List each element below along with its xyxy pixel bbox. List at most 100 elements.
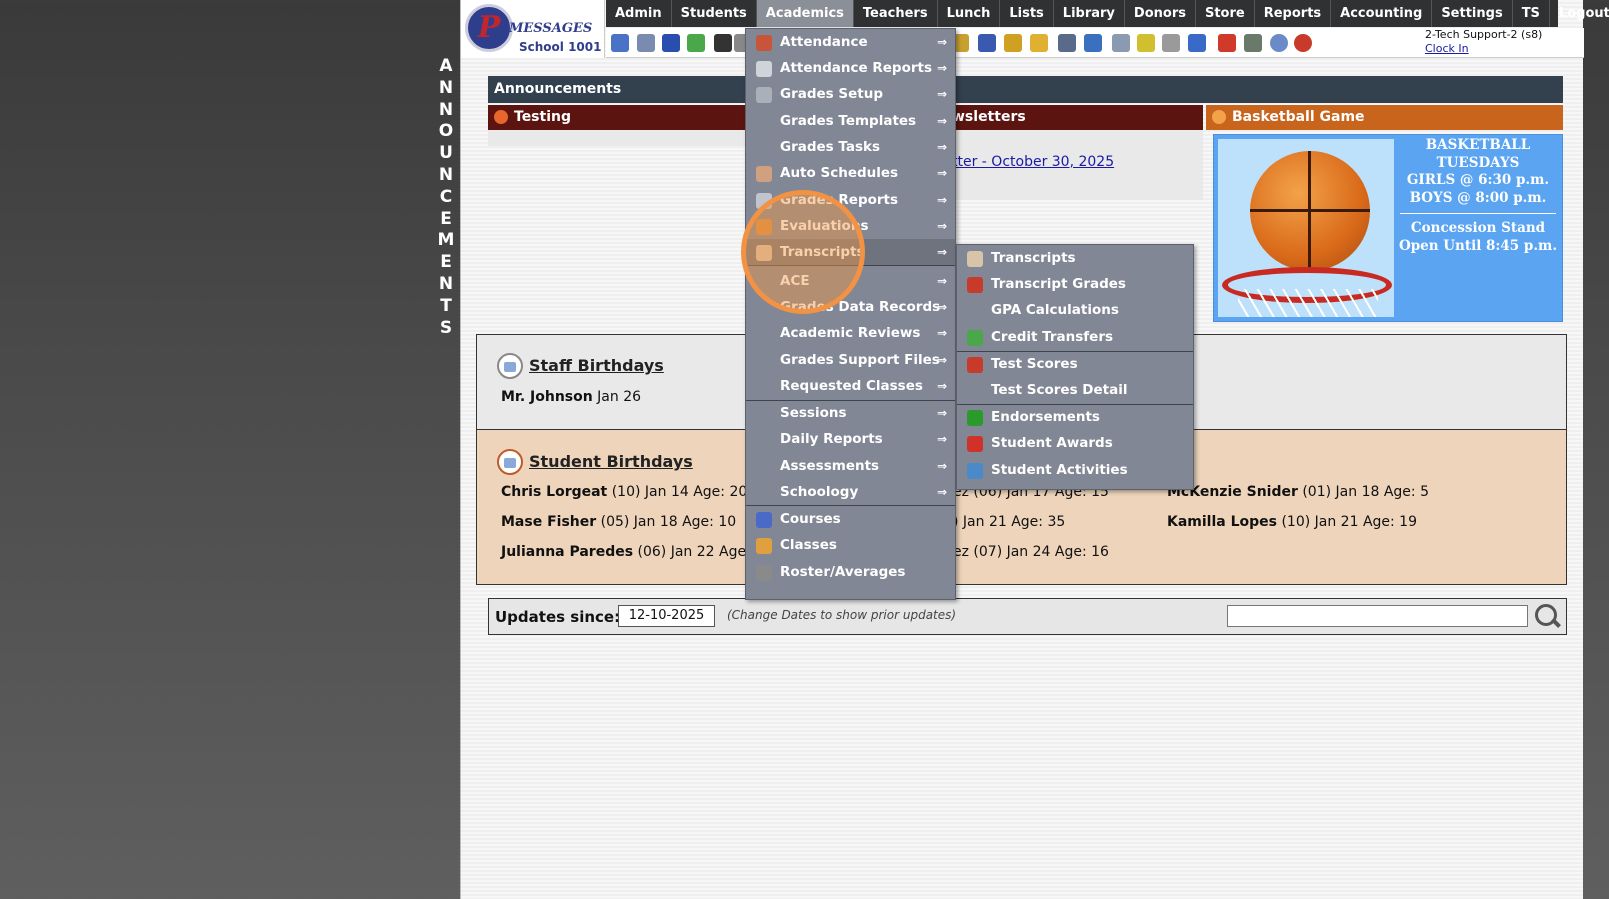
book-icon[interactable] bbox=[978, 34, 996, 52]
banner-letter: U bbox=[439, 143, 453, 164]
transfer-icon bbox=[967, 330, 983, 346]
menu-item-assessments[interactable]: Assessments ⇒ bbox=[746, 453, 955, 480]
submenu-item-label: Student Activities bbox=[991, 462, 1128, 478]
submenu-arrow-icon: ⇒ bbox=[936, 193, 947, 207]
submenu-item-test-scores[interactable]: Test Scores bbox=[957, 351, 1193, 378]
user-info: 2-Tech Support-2 (s8) Clock In bbox=[1425, 28, 1542, 56]
panel-header-newsletters: wsletters bbox=[940, 105, 1203, 130]
flyer-line: GIRLS @ 6:30 p.m. bbox=[1406, 172, 1550, 188]
staff-date: Jan 26 bbox=[597, 389, 642, 405]
submenu-item-credit-transfers[interactable]: Credit Transfers bbox=[957, 324, 1193, 351]
newsletter-link[interactable]: tter - October 30, 2025 bbox=[952, 154, 1114, 170]
flyer-line: BASKETBALL bbox=[1425, 137, 1531, 153]
menu-item-daily-reports[interactable]: Daily Reports ⇒ bbox=[746, 426, 955, 453]
chat-icon[interactable] bbox=[687, 34, 705, 52]
submenu-item-student-activities[interactable]: Student Activities bbox=[957, 457, 1193, 484]
search-icon[interactable] bbox=[611, 34, 629, 52]
ap-icon[interactable] bbox=[1188, 34, 1206, 52]
submenu-item-test-scores-detail[interactable]: Test Scores Detail bbox=[957, 377, 1193, 404]
nav-accounting[interactable]: Accounting bbox=[1331, 0, 1433, 27]
menu-item-label: Schoology bbox=[780, 484, 859, 500]
menu-item-grades-setup[interactable]: Grades Setup ⇒ bbox=[746, 81, 955, 108]
submenu-item-label: Endorsements bbox=[991, 409, 1100, 425]
student-name: Kamilla Lopes bbox=[1167, 514, 1277, 530]
student-name: Chris Lorgeat bbox=[501, 484, 608, 500]
submenu-arrow-icon: ⇒ bbox=[936, 245, 947, 259]
nav-lunch[interactable]: Lunch bbox=[938, 0, 1001, 27]
net-icon bbox=[1238, 289, 1378, 317]
nav-admin[interactable]: Admin bbox=[606, 0, 672, 27]
card-icon[interactable] bbox=[1137, 34, 1155, 52]
submenu-arrow-icon: ⇒ bbox=[936, 485, 947, 499]
nav-ts[interactable]: TS bbox=[1513, 0, 1550, 27]
submenu-item-endorsements[interactable]: Endorsements bbox=[957, 404, 1193, 431]
clock-icon[interactable] bbox=[1084, 34, 1102, 52]
nav-logout[interactable]: Logout bbox=[1550, 0, 1609, 27]
school-name: School 1001 bbox=[519, 40, 602, 54]
clock-in-link[interactable]: Clock In bbox=[1425, 42, 1469, 55]
menu-item-sessions[interactable]: Sessions ⇒ bbox=[746, 400, 955, 427]
submenu-item-student-awards[interactable]: Student Awards bbox=[957, 430, 1193, 457]
menu-item-courses[interactable]: Courses bbox=[746, 506, 955, 533]
nav-reports[interactable]: Reports bbox=[1255, 0, 1332, 27]
nav-academics[interactable]: Academics bbox=[756, 0, 854, 27]
panel-header-basketball: Basketball Game bbox=[1206, 105, 1563, 130]
menu-item-grades-support-files[interactable]: Grades Support Files ⇒ bbox=[746, 347, 955, 374]
pdf-icon[interactable] bbox=[1218, 34, 1236, 52]
nav-students[interactable]: Students bbox=[672, 0, 757, 27]
menu-item-roster-averages[interactable]: Roster/Averages bbox=[746, 559, 955, 586]
money-icon[interactable] bbox=[1244, 34, 1262, 52]
nav-settings[interactable]: Settings bbox=[1432, 0, 1513, 27]
printer-icon[interactable] bbox=[1162, 34, 1180, 52]
staff-birthday-entry: Mr. Johnson Jan 26 bbox=[501, 389, 641, 405]
logo-icon: P bbox=[465, 4, 513, 52]
submenu-item-transcript-grades[interactable]: Transcript Grades bbox=[957, 271, 1193, 298]
menu-item-classes[interactable]: Classes bbox=[746, 532, 955, 559]
submenu-item-gpa-calculations[interactable]: GPA Calculations bbox=[957, 297, 1193, 324]
help-icon[interactable] bbox=[1270, 34, 1288, 52]
menu-item-attendance-reports[interactable]: Attendance Reports ⇒ bbox=[746, 55, 955, 82]
nav-library[interactable]: Library bbox=[1054, 0, 1125, 27]
grid-icon[interactable] bbox=[1112, 34, 1130, 52]
menu-item-attendance[interactable]: Attendance ⇒ bbox=[746, 29, 955, 56]
basketball-flyer[interactable]: BASKETBALL TUESDAYS GIRLS @ 6:30 p.m. BO… bbox=[1213, 134, 1563, 322]
email-icon[interactable] bbox=[662, 34, 680, 52]
document-icon bbox=[967, 251, 983, 267]
power-icon[interactable] bbox=[1294, 34, 1312, 52]
menu-item-label: Courses bbox=[780, 511, 841, 527]
search-icon[interactable] bbox=[1533, 602, 1561, 630]
cake-icon bbox=[497, 353, 523, 379]
panel-title: wsletters bbox=[952, 109, 1026, 125]
menu-item-schoology[interactable]: Schoology ⇒ bbox=[746, 479, 955, 506]
banner-letter: N bbox=[438, 99, 454, 120]
banner-letter: O bbox=[438, 121, 454, 142]
updates-date-input[interactable]: 12-10-2025 bbox=[618, 605, 715, 627]
nav-lists[interactable]: Lists bbox=[1000, 0, 1054, 27]
student-birthdays-title[interactable]: Student Birthdays bbox=[529, 452, 693, 471]
phone-icon[interactable] bbox=[714, 34, 732, 52]
submenu-arrow-icon: ⇒ bbox=[936, 219, 947, 233]
click-highlight bbox=[741, 190, 865, 314]
logo[interactable]: P MESSAGES School 1001 bbox=[461, 0, 605, 58]
staff-birthdays-title[interactable]: Staff Birthdays bbox=[529, 356, 664, 375]
menu-item-grades-templates[interactable]: Grades Templates ⇒ bbox=[746, 108, 955, 135]
nav-store[interactable]: Store bbox=[1196, 0, 1255, 27]
search-input[interactable] bbox=[1227, 605, 1528, 627]
transfer-icon[interactable] bbox=[1030, 34, 1048, 52]
menu-item-auto-schedules[interactable]: Auto Schedules ⇒ bbox=[746, 160, 955, 187]
person-icon[interactable] bbox=[1058, 34, 1076, 52]
menu-item-label: Attendance bbox=[780, 34, 868, 50]
menu-divider bbox=[746, 505, 955, 506]
submenu-arrow-icon: ⇒ bbox=[936, 459, 947, 473]
submenu-item-transcripts[interactable]: Transcripts bbox=[957, 245, 1193, 272]
nav-teachers[interactable]: Teachers bbox=[854, 0, 938, 27]
book-icon bbox=[756, 512, 772, 528]
menu-item-requested-classes[interactable]: Requested Classes ⇒ bbox=[746, 373, 955, 400]
basketball-image bbox=[1218, 139, 1394, 317]
menu-item-grades-tasks[interactable]: Grades Tasks ⇒ bbox=[746, 134, 955, 161]
menu-item-academic-reviews[interactable]: Academic Reviews ⇒ bbox=[746, 320, 955, 347]
nav-donors[interactable]: Donors bbox=[1125, 0, 1196, 27]
activity-icon bbox=[967, 463, 983, 479]
calendar-icon[interactable] bbox=[637, 34, 655, 52]
pencil-icon[interactable] bbox=[1004, 34, 1022, 52]
